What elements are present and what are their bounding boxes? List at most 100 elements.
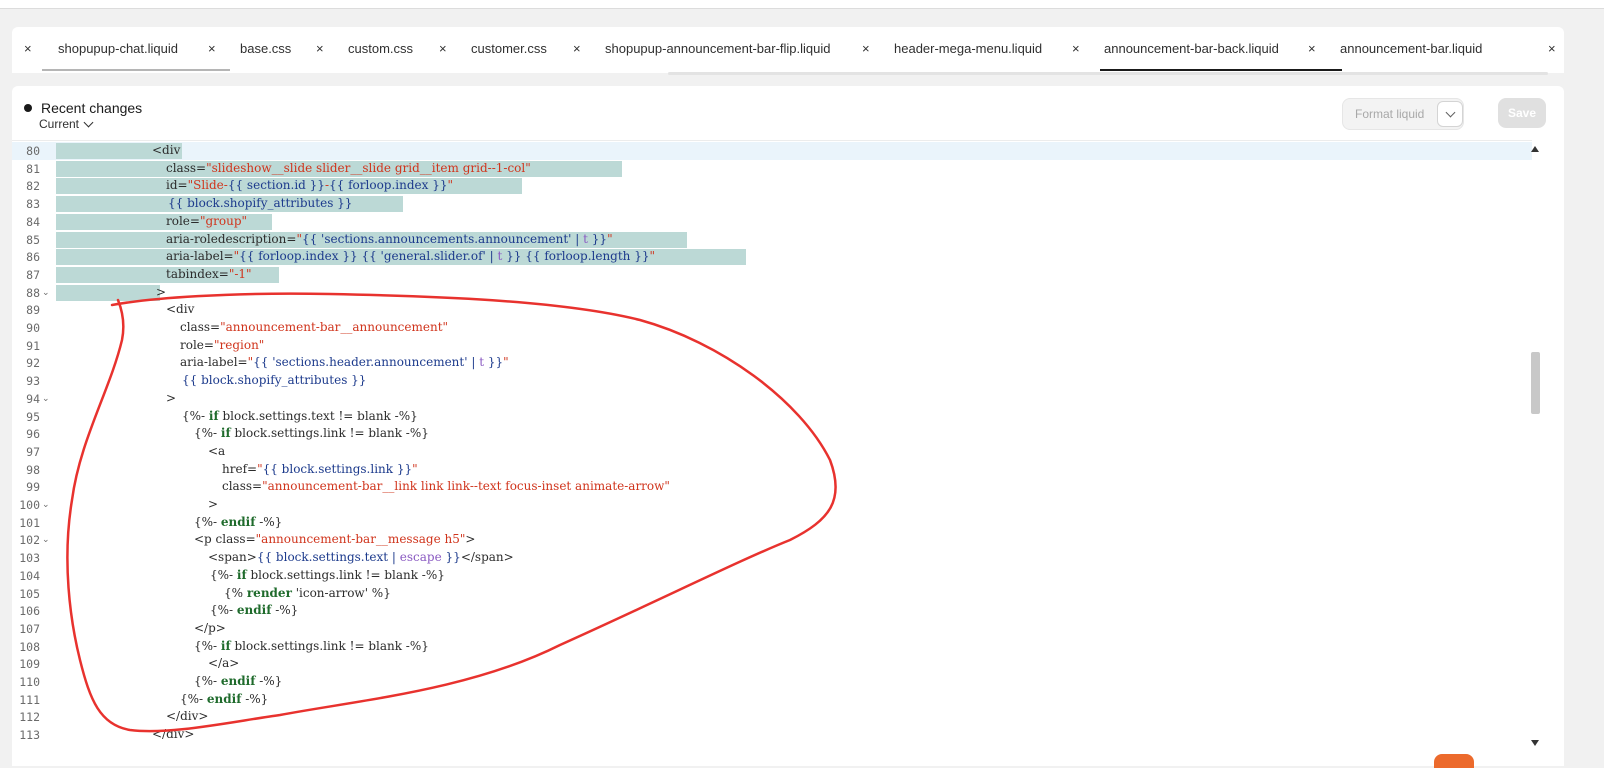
code-text[interactable]: href="{{ block.settings.link }}" [222, 462, 418, 476]
fold-chevron-icon[interactable]: ⌄ [42, 500, 50, 510]
tab-label[interactable]: header-mega-menu.liquid [894, 41, 1042, 56]
tab-customer-css[interactable]: × customer.css [439, 27, 569, 73]
code-line[interactable]: 107 </p> [12, 620, 1532, 638]
code-line[interactable]: 86 aria-label="{{ forloop.index }} {{ 'ge… [12, 248, 1532, 266]
tab-announcement-bar[interactable]: × announcement-bar.liquid [1308, 27, 1564, 73]
code-text[interactable]: <p class="announcement-bar__message h5"> [194, 532, 475, 546]
code-line[interactable]: 106 {%- endif -%} [12, 602, 1532, 620]
close-icon[interactable]: × [573, 41, 581, 56]
code-text[interactable]: id="Slide-{{ section.id }}-{{ forloop.in… [166, 178, 453, 192]
code-text[interactable]: <span>{{ block.settings.text | escape }}… [208, 550, 514, 564]
code-line[interactable]: 109 </a> [12, 655, 1532, 673]
fold-chevron-icon[interactable]: ⌄ [42, 288, 50, 298]
tab-label[interactable]: custom.css [348, 41, 413, 56]
tab-label[interactable]: customer.css [471, 41, 547, 56]
version-select[interactable]: Current [39, 117, 94, 131]
tab-scrollbar[interactable] [668, 72, 1548, 75]
code-line[interactable]: 81 class="slideshow__slide slider__slide … [12, 160, 1532, 178]
code-line[interactable]: 110 {%- endif -%} [12, 673, 1532, 691]
code-line[interactable]: 82 id="Slide-{{ section.id }}-{{ forloop.… [12, 177, 1532, 195]
code-line[interactable]: 101 {%- endif -%} [12, 514, 1532, 532]
code-line[interactable]: 93 {{ block.shopify_attributes }} [12, 372, 1532, 390]
code-line[interactable]: 111 {%- endif -%} [12, 691, 1532, 709]
code-line[interactable]: 98 href="{{ block.settings.link }}" [12, 461, 1532, 479]
code-text[interactable]: > [156, 285, 166, 299]
code-text[interactable]: > [208, 497, 218, 511]
close-icon[interactable]: × [862, 41, 870, 56]
scroll-up-arrow-icon[interactable] [1531, 146, 1539, 152]
code-text[interactable]: tabindex="-1" [166, 267, 252, 281]
code-line[interactable]: 80 <div [12, 142, 1532, 160]
tab-base-css[interactable]: × base.css [208, 27, 308, 73]
vertical-scrollbar[interactable] [1528, 140, 1542, 766]
close-icon[interactable]: × [208, 41, 216, 56]
code-text[interactable]: {%- if block.settings.link != blank -%} [194, 639, 429, 653]
scroll-down-arrow-icon[interactable] [1531, 740, 1539, 746]
code-line[interactable]: 100 ⌄ > [12, 496, 1532, 514]
tab-custom-css[interactable]: × custom.css [316, 27, 436, 73]
code-line[interactable]: 95 {%- if block.settings.text != blank -%… [12, 408, 1532, 426]
format-liquid-label[interactable]: Format liquid [1343, 107, 1439, 121]
close-icon[interactable]: × [1548, 41, 1556, 56]
tab-shopupup-chat[interactable]: × shopupup-chat.liquid [12, 27, 230, 73]
fold-chevron-icon[interactable]: ⌄ [42, 394, 50, 404]
close-icon[interactable]: × [316, 41, 324, 56]
code-text[interactable]: </a> [208, 656, 239, 670]
code-line[interactable]: 96 {%- if block.settings.link != blank -%… [12, 425, 1532, 443]
fold-chevron-icon[interactable]: ⌄ [42, 535, 50, 545]
code-text[interactable]: <a [208, 444, 225, 458]
code-line[interactable]: 103 <span>{{ block.settings.text | escape… [12, 549, 1532, 567]
code-line[interactable]: 97 <a [12, 443, 1532, 461]
code-text[interactable]: <div [166, 302, 194, 316]
code-text[interactable]: class="slideshow__slide slider__slide gr… [166, 161, 531, 175]
code-line[interactable]: 94 ⌄ > [12, 390, 1532, 408]
code-text[interactable]: aria-label="{{ 'sections.header.announce… [180, 355, 509, 369]
code-text[interactable]: {%- if block.settings.link != blank -%} [194, 426, 429, 440]
code-line[interactable]: 83 {{ block.shopify_attributes }} [12, 195, 1532, 213]
code-line[interactable]: 113 </div> [12, 726, 1532, 744]
code-text[interactable]: <div [152, 143, 180, 157]
code-text[interactable]: aria-roledescription="{{ 'sections.annou… [166, 232, 613, 246]
code-line[interactable]: 104 {%- if block.settings.link != blank -… [12, 567, 1532, 585]
code-text[interactable]: </div> [152, 727, 194, 741]
tab-announcement-bar-back[interactable]: × announcement-bar-back.liquid [1072, 27, 1322, 73]
code-line[interactable]: 105 {% render 'icon-arrow' %} [12, 585, 1532, 603]
code-text[interactable]: aria-label="{{ forloop.index }} {{ 'gene… [166, 249, 655, 263]
scrollbar-thumb[interactable] [1531, 352, 1540, 414]
code-text[interactable]: > [166, 391, 176, 405]
code-text[interactable]: role="group" [166, 214, 247, 228]
code-line[interactable]: 88 ⌄ > [12, 284, 1532, 302]
chevron-down-icon[interactable] [83, 117, 94, 127]
code-text[interactable]: {%- endif -%} [194, 674, 282, 688]
code-line[interactable]: 108 {%- if block.settings.link != blank -… [12, 638, 1532, 656]
code-text[interactable]: {{ block.shopify_attributes }} [182, 373, 366, 387]
tab-label[interactable]: shopupup-announcement-bar-flip.liquid [605, 41, 830, 56]
code-text[interactable]: class="announcement-bar__announcement" [180, 320, 448, 334]
code-line[interactable]: 112 </div> [12, 708, 1532, 726]
code-line[interactable]: 91 role="region" [12, 337, 1532, 355]
code-text[interactable]: {%- if block.settings.text != blank -%} [182, 409, 418, 423]
format-options-dropdown[interactable] [1437, 101, 1463, 127]
tab-label[interactable]: base.css [240, 41, 291, 56]
close-icon[interactable]: × [1308, 41, 1316, 56]
tab-label[interactable]: shopupup-chat.liquid [58, 41, 178, 56]
tab-label[interactable]: announcement-bar-back.liquid [1104, 41, 1279, 56]
close-icon[interactable]: × [24, 41, 32, 56]
tab-header-mega-menu[interactable]: × header-mega-menu.liquid [862, 27, 1072, 73]
code-text[interactable]: {%- endif -%} [210, 603, 298, 617]
code-line[interactable]: 102 ⌄ <p class="announcement-bar__message … [12, 531, 1532, 549]
code-area[interactable]: 80 <div 81 class="slideshow__slide slider__… [12, 140, 1532, 767]
version-select-label[interactable]: Current [39, 117, 79, 131]
code-line[interactable]: 92 aria-label="{{ 'sections.header.announ… [12, 354, 1532, 372]
code-line[interactable]: 84 role="group" [12, 213, 1532, 231]
chevron-down-icon[interactable] [1445, 107, 1456, 117]
code-text[interactable]: {%- endif -%} [194, 515, 282, 529]
close-icon[interactable]: × [439, 41, 447, 56]
code-text[interactable]: </div> [166, 709, 208, 723]
code-text[interactable]: </p> [194, 621, 226, 635]
close-icon[interactable]: × [1072, 41, 1080, 56]
code-text[interactable]: {{ block.shopify_attributes }} [168, 196, 352, 210]
tab-label[interactable]: announcement-bar.liquid [1340, 41, 1482, 56]
code-text[interactable]: {%- endif -%} [180, 692, 268, 706]
code-line[interactable]: 85 aria-roledescription="{{ 'sections.ann… [12, 231, 1532, 249]
